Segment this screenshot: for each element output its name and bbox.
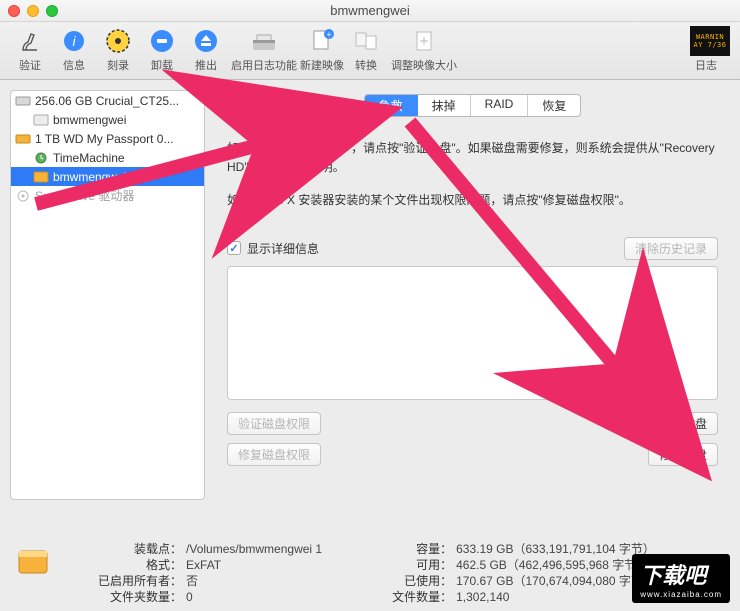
toolbar-label: 日志 <box>695 57 717 73</box>
toolbar-info[interactable]: i 信息 <box>52 26 96 73</box>
toolbar-label: 推出 <box>195 57 217 73</box>
ext-hdd-icon <box>15 132 31 146</box>
sidebar-item-timemachine[interactable]: TimeMachine <box>11 148 204 167</box>
toolbar-label: 启用日志功能 <box>231 57 297 73</box>
log-output <box>227 266 718 400</box>
microscope-icon <box>15 26 45 56</box>
burn-icon <box>103 26 133 56</box>
show-details-label: 显示详细信息 <box>247 240 319 257</box>
toolbar-label: 验证 <box>19 57 41 73</box>
toolbar-verify[interactable]: 验证 <box>8 26 52 73</box>
verify-disk-button[interactable]: 验证磁盘 <box>648 412 718 435</box>
sidebar-item-label: bmwmengwei <box>53 113 126 127</box>
tab-erase[interactable]: 抹掉 <box>418 95 471 116</box>
sidebar-item-superdrive[interactable]: SuperDrive 驱动器 <box>11 186 204 205</box>
sidebar-item-volume[interactable]: bmwmengwei <box>11 110 204 129</box>
toolbar-burn[interactable]: 刻录 <box>96 26 140 73</box>
info-icon: i <box>59 26 89 56</box>
new-image-icon: + <box>307 26 337 56</box>
footer: 装载点： 格式： 已启用所有者： 文件夹数量： /Volumes/bmwmeng… <box>0 541 740 605</box>
eject-icon <box>191 26 221 56</box>
verify-permissions-button[interactable]: 验证磁盘权限 <box>227 412 321 435</box>
convert-icon <box>351 26 381 56</box>
toolbar-label: 信息 <box>63 57 85 73</box>
resize-icon <box>409 26 439 56</box>
toolbar-resize-image[interactable]: 调整映像大小 <box>388 26 460 73</box>
toolbar-label: 调整映像大小 <box>391 57 457 73</box>
repair-disk-button[interactable]: 修复磁盘 <box>648 443 718 466</box>
clear-history-button[interactable]: 清除历史记录 <box>624 237 718 260</box>
svg-text:+: + <box>327 30 332 39</box>
sidebar-item-label: SuperDrive 驱动器 <box>35 187 134 204</box>
log-enable-icon <box>249 26 279 56</box>
toolbar-label: 卸载 <box>151 57 173 73</box>
toolbar-enable-log[interactable]: 启用日志功能 <box>228 26 300 73</box>
toolbar-unmount[interactable]: 卸载 <box>140 26 184 73</box>
warning-badge: WARNIN AY 7/36 <box>690 26 730 56</box>
footer-right-labels: 容量： 可用： 已使用： 文件数量： <box>392 541 452 605</box>
sidebar-item-label: 256.06 GB Crucial_CT25... <box>35 94 179 108</box>
sidebar-item-label: bmwmengwei <box>53 170 126 184</box>
titlebar: bmwmengwei <box>0 0 740 22</box>
content: 256.06 GB Crucial_CT25... bmwmengwei 1 T… <box>0 80 740 510</box>
toolbar-new-image[interactable]: + 新建映像 <box>300 26 344 73</box>
unmount-icon <box>147 26 177 56</box>
volume-icon <box>33 113 49 127</box>
disk-icon <box>16 545 50 579</box>
footer-left-values: /Volumes/bmwmengwei 1 ExFAT 否 0 <box>186 541 322 605</box>
details-row: ✓ 显示详细信息 清除历史记录 <box>215 217 730 264</box>
repair-permissions-button[interactable]: 修复磁盘权限 <box>227 443 321 466</box>
toolbar-eject[interactable]: 推出 <box>184 26 228 73</box>
sidebar-item-bmwmengwei[interactable]: bmwmengwei <box>11 167 204 186</box>
window-title: bmwmengwei <box>0 3 740 18</box>
footer-left-labels: 装载点： 格式： 已启用所有者： 文件夹数量： <box>98 541 182 605</box>
hdd-icon <box>15 94 31 108</box>
action-buttons: 验证磁盘权限 验证磁盘 修复磁盘权限 修复磁盘 <box>215 402 730 474</box>
sidebar-item-label: 1 TB WD My Passport 0... <box>35 132 173 146</box>
sidebar: 256.06 GB Crucial_CT25... bmwmengwei 1 T… <box>10 90 205 500</box>
toolbar-label: 转换 <box>355 57 377 73</box>
toolbar-label: 新建映像 <box>300 57 344 73</box>
tab-restore[interactable]: 恢复 <box>528 95 580 116</box>
toolbar-convert[interactable]: 转换 <box>344 26 388 73</box>
optical-icon <box>15 189 31 203</box>
tab-first-aid[interactable]: 急救 <box>365 95 418 116</box>
ext-volume-icon <box>33 170 49 184</box>
sidebar-item-disk[interactable]: 256.06 GB Crucial_CT25... <box>11 91 204 110</box>
timemachine-icon <box>33 151 49 165</box>
sidebar-item-ext-disk[interactable]: 1 TB WD My Passport 0... <box>11 129 204 148</box>
watermark-logo: 下载吧 www.xiazaiba.com <box>632 554 730 603</box>
description: 如果"修复磁盘\"不可用"，请点按"验证磁盘"。如果磁盘需要修复，则系统会提供从… <box>215 117 730 217</box>
tab-raid[interactable]: RAID <box>471 95 529 116</box>
footer-right-values: 633.19 GB（633,191,791,104 字节） 462.5 GB（4… <box>456 541 655 605</box>
main-panel: 急救 抹掉 RAID 恢复 如果"修复磁盘\"不可用"，请点按"验证磁盘"。如果… <box>215 90 730 500</box>
show-details-checkbox[interactable]: ✓ <box>227 241 241 255</box>
toolbar: 验证 i 信息 刻录 卸载 推出 启用日志功能 + 新建映像 <box>0 22 740 80</box>
sidebar-item-label: TimeMachine <box>53 151 125 165</box>
tab-bar: 急救 抹掉 RAID 恢复 <box>215 94 730 117</box>
toolbar-label: 刻录 <box>107 57 129 73</box>
